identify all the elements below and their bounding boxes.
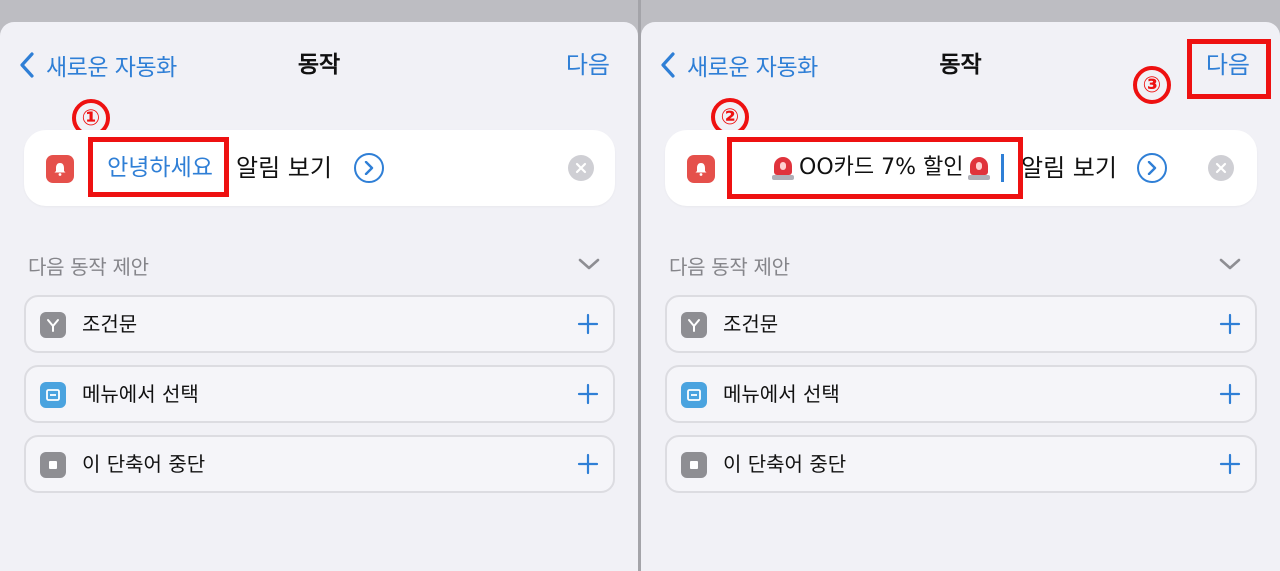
branch-icon [40, 312, 66, 338]
bell-icon [54, 163, 66, 176]
text-cursor [1001, 154, 1005, 182]
branch-icon [681, 312, 707, 338]
next-button[interactable]: 다음 [1206, 48, 1250, 82]
notification-app-icon [687, 155, 715, 183]
step-marker-3: ③ [1133, 66, 1171, 104]
suggestion-choose-from-menu[interactable]: 메뉴에서 선택 [24, 365, 615, 423]
right-panel: 새로운 자동화 동작 다음 ② ③ OO카드 7% 할인 알림 보기 다음 동작… [641, 22, 1280, 571]
plus-icon[interactable] [577, 383, 599, 405]
plus-icon[interactable] [1219, 383, 1241, 405]
chevron-down-icon[interactable] [577, 254, 601, 274]
suggestion-if[interactable]: 조건문 [24, 295, 615, 353]
remove-action-button[interactable] [568, 155, 594, 181]
plus-icon[interactable] [1219, 453, 1241, 475]
suggestion-choose-from-menu[interactable]: 메뉴에서 선택 [665, 365, 1257, 423]
message-text: OO카드 7% 할인 [799, 155, 964, 180]
show-notification-action: 안녕하세요 알림 보기 [24, 130, 615, 206]
left-panel: 새로운 자동화 동작 다음 ① 안녕하세요 알림 보기 다음 동작 제안 조건문… [0, 22, 638, 571]
section-header: 다음 동작 제안 [669, 255, 790, 279]
suggestion-label: 이 단축어 중단 [723, 452, 847, 476]
action-label: 알림 보기 [236, 154, 332, 182]
show-notification-action: OO카드 7% 할인 알림 보기 [665, 130, 1257, 206]
plus-icon[interactable] [577, 313, 599, 335]
suggestion-label: 메뉴에서 선택 [723, 382, 840, 406]
back-button[interactable]: 새로운 자동화 [659, 48, 818, 82]
menu-icon [40, 382, 66, 408]
chevron-left-icon [661, 52, 675, 78]
message-input[interactable]: OO카드 7% 할인 [747, 144, 1025, 192]
expand-options-button[interactable] [1137, 153, 1167, 183]
menu-icon [681, 382, 707, 408]
back-label: 새로운 자동화 [46, 55, 177, 81]
suggestion-label: 조건문 [723, 312, 779, 336]
back-label: 새로운 자동화 [687, 55, 818, 81]
siren-emoji-icon [967, 155, 991, 181]
section-header: 다음 동작 제안 [28, 255, 149, 279]
plus-icon[interactable] [1219, 313, 1241, 335]
stop-icon [681, 452, 707, 478]
suggestion-if[interactable]: 조건문 [665, 295, 1257, 353]
next-button[interactable]: 다음 [566, 48, 610, 82]
suggestion-stop-shortcut[interactable]: 이 단축어 중단 [665, 435, 1257, 493]
chevron-right-icon [1147, 161, 1157, 175]
expand-options-button[interactable] [354, 153, 384, 183]
notification-app-icon [46, 155, 74, 183]
chevron-left-icon [20, 52, 34, 78]
chevron-right-icon [364, 161, 374, 175]
message-input[interactable]: 안녕하세요 [100, 144, 220, 192]
close-icon [1215, 162, 1227, 174]
siren-emoji-icon [771, 155, 795, 181]
stop-icon [40, 452, 66, 478]
suggestion-label: 이 단축어 중단 [82, 452, 206, 476]
bell-icon [695, 163, 707, 176]
action-label: 알림 보기 [1021, 154, 1117, 182]
suggestion-label: 메뉴에서 선택 [82, 382, 199, 406]
close-icon [575, 162, 587, 174]
back-button[interactable]: 새로운 자동화 [18, 48, 177, 82]
remove-action-button[interactable] [1208, 155, 1234, 181]
plus-icon[interactable] [577, 453, 599, 475]
suggestion-stop-shortcut[interactable]: 이 단축어 중단 [24, 435, 615, 493]
suggestion-label: 조건문 [82, 312, 138, 336]
chevron-down-icon[interactable] [1218, 254, 1242, 274]
